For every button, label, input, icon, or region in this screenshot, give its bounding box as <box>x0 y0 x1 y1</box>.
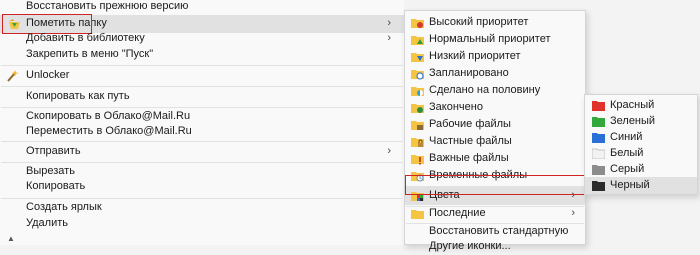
submenu-item-other-icons[interactable]: Другие иконки... <box>405 238 585 255</box>
unlocker-wand-icon <box>6 69 19 82</box>
menu-item-label: Копировать <box>26 180 86 192</box>
submenu-item-label: Частные файлы <box>429 135 512 147</box>
submenu-item-recent[interactable]: Последние › <box>405 205 585 222</box>
menu-item-restore-previous[interactable]: Восстановить прежнюю версию <box>0 0 404 15</box>
color-item-gray[interactable]: Серый <box>585 161 697 178</box>
separator <box>1 86 403 87</box>
folder-high-priority-icon <box>411 16 424 29</box>
menu-item-label: Добавить в библиотеку <box>26 32 145 44</box>
submenu-item-label: Высокий приоритет <box>429 16 529 28</box>
folder-half-done-icon <box>411 84 424 97</box>
submenu-item-work-files[interactable]: Рабочие файлы <box>405 116 585 133</box>
gray-folder-icon <box>592 164 605 177</box>
menu-item-send-to[interactable]: Отправить › <box>0 143 404 160</box>
folder-scheduled-icon <box>411 67 424 80</box>
menu-item-label: Переместить в Облако@Mail.Ru <box>26 125 192 137</box>
chevron-right-icon: › <box>387 145 391 157</box>
submenu-item-label: Важные файлы <box>429 152 509 164</box>
menu-item-label: Отправить <box>26 145 81 157</box>
white-folder-icon <box>592 148 605 161</box>
submenu-item-label: Рабочие файлы <box>429 118 511 130</box>
submenu-item-label: Нормальный приоритет <box>429 33 551 45</box>
folder-important-files-icon <box>411 152 424 165</box>
folder-normal-priority-icon <box>411 33 424 46</box>
submenu-item-label: Закончено <box>429 101 483 113</box>
green-folder-icon <box>592 116 605 129</box>
submenu-item-label: Запланировано <box>429 67 509 79</box>
submenu-item-label: Другие иконки... <box>429 240 511 252</box>
menu-item-unlocker[interactable]: Unlocker <box>0 67 404 84</box>
color-item-label: Серый <box>610 163 645 175</box>
highlight-box <box>405 175 585 195</box>
color-item-label: Красный <box>610 99 655 111</box>
color-item-black[interactable]: Черный <box>585 177 697 194</box>
color-item-blue[interactable]: Синий <box>585 129 697 146</box>
submenu-item-low-priority[interactable]: Низкий приоритет <box>405 48 585 65</box>
chevron-right-icon: › <box>571 207 575 219</box>
submenu-item-scheduled[interactable]: Запланировано <box>405 65 585 82</box>
chevron-right-icon: › <box>387 32 391 44</box>
folder-low-priority-icon <box>411 50 424 63</box>
submenu-item-important-files[interactable]: Важные файлы <box>405 150 585 167</box>
menu-item-create-shortcut[interactable]: Создать ярлык <box>0 199 404 216</box>
submenu-item-half-done[interactable]: Сделано на половину <box>405 82 585 99</box>
folder-marker-submenu: Высокий приоритет Нормальный приоритет Н… <box>404 10 586 252</box>
color-item-label: Белый <box>610 147 644 159</box>
menu-item-move-to-cloud[interactable]: Переместить в Облако@Mail.Ru <box>0 123 404 140</box>
menu-item-label: Восстановить прежнюю версию <box>26 0 189 12</box>
color-item-label: Зеленый <box>610 115 656 127</box>
folder-recent-icon <box>411 207 424 220</box>
menu-item-label: Копировать как путь <box>26 90 130 102</box>
menu-item-add-to-library[interactable]: Добавить в библиотеку › <box>0 30 404 47</box>
submenu-item-finished[interactable]: Закончено <box>405 99 585 116</box>
menu-item-label: Закрепить в меню "Пуск" <box>26 48 154 60</box>
color-item-green[interactable]: Зеленый <box>585 113 697 130</box>
color-item-red[interactable]: Красный <box>585 97 697 114</box>
folder-work-files-icon <box>411 118 424 131</box>
menu-item-copy-as-path[interactable]: Копировать как путь <box>0 88 404 105</box>
red-folder-icon <box>592 100 605 113</box>
color-item-label: Синий <box>610 131 643 143</box>
menu-item-label: Unlocker <box>26 69 70 81</box>
menu-item-copy[interactable]: Копировать <box>0 178 404 195</box>
submenu-item-private-files[interactable]: Частные файлы <box>405 133 585 150</box>
context-menu: Восстановить прежнюю версию Пометить пап… <box>0 0 404 245</box>
menu-item-delete[interactable]: Удалить <box>0 215 404 232</box>
submenu-item-high-priority[interactable]: Высокий приоритет <box>405 14 585 31</box>
color-item-white[interactable]: Белый <box>585 145 697 162</box>
folder-finished-icon <box>411 101 424 114</box>
folder-private-files-icon <box>411 135 424 148</box>
menu-item-pin-to-start[interactable]: Закрепить в меню "Пуск" <box>0 46 404 63</box>
submenu-item-label: Последние <box>429 207 486 219</box>
menu-item-label: Создать ярлык <box>26 201 102 213</box>
black-folder-icon <box>592 180 605 193</box>
separator <box>1 141 403 142</box>
color-item-label: Черный <box>610 179 650 191</box>
colors-submenu: Красный Зеленый Синий Белый Серый Черный <box>584 94 698 195</box>
menu-item-label: Удалить <box>26 217 68 229</box>
submenu-item-normal-priority[interactable]: Нормальный приоритет <box>405 31 585 48</box>
submenu-item-label: Сделано на половину <box>429 84 541 96</box>
blue-folder-icon <box>592 132 605 145</box>
submenu-item-label: Низкий приоритет <box>429 50 521 62</box>
scroll-down-arrow-icon[interactable]: ▲ <box>7 234 15 243</box>
separator <box>1 65 403 66</box>
